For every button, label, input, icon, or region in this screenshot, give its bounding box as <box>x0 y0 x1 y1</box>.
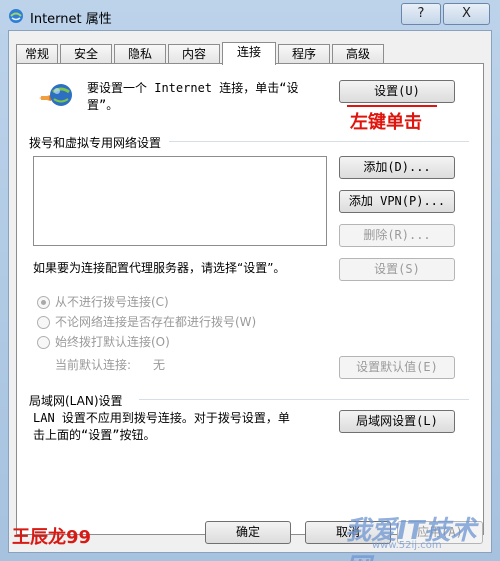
dial-when-no-network-radio[interactable] <box>37 316 50 329</box>
tab-advanced[interactable]: 高级 <box>332 44 384 64</box>
ok-button[interactable]: 确定 <box>205 521 291 544</box>
delete-connection-button[interactable]: 删除(R)... <box>339 224 455 247</box>
network-globe-icon <box>37 80 73 110</box>
always-dial-default-label: 始终拨打默认连接(O) <box>55 335 170 349</box>
internet-explorer-icon <box>8 8 24 24</box>
lan-text-line2: 击上面的“设置”按钮。 <box>33 428 156 442</box>
tab-security[interactable]: 安全 <box>60 44 112 64</box>
lan-description: LAN 设置不应用到拨号连接。对于拨号设置，单 击上面的“设置”按钮。 <box>33 410 333 444</box>
setup-text-line1: 要设置一个 Internet 连接，单击“设 <box>87 81 299 95</box>
dial-when-no-network-label: 不论网络连接是否存在都进行拨号(W) <box>55 315 257 329</box>
tab-content[interactable]: 内容 <box>168 44 220 64</box>
dialup-heading: 拨号和虚拟专用网络设置 <box>29 136 162 150</box>
author-watermark: 王辰龙99 <box>12 527 92 548</box>
dialog-client-area: 常规 安全 隐私 内容 连接 程序 高级 要设置一个 Internet 连接，单… <box>8 30 492 553</box>
help-button[interactable]: ? <box>401 3 441 25</box>
proxy-settings-button[interactable]: 设置(S) <box>339 258 455 281</box>
add-connection-button[interactable]: 添加(D)... <box>339 156 455 179</box>
title-bar: Internet 属性 ? X <box>0 0 500 32</box>
tab-privacy[interactable]: 隐私 <box>114 44 166 64</box>
tab-connections[interactable]: 连接 <box>222 42 276 65</box>
setup-text-line2: 置”。 <box>87 98 119 112</box>
never-dial-label: 从不进行拨号连接(C) <box>55 295 169 309</box>
setup-button[interactable]: 设置(U) <box>339 80 455 103</box>
lan-text-line1: LAN 设置不应用到拨号连接。对于拨号设置，单 <box>33 411 290 425</box>
dialup-divider <box>169 141 469 142</box>
site-url-watermark: www.52ij.com <box>372 540 442 551</box>
lan-divider <box>139 399 469 400</box>
window-title: Internet 属性 <box>30 12 112 27</box>
lan-settings-button[interactable]: 局域网设置(L) <box>339 410 455 433</box>
connections-list[interactable] <box>33 156 327 246</box>
site-watermark: 我爱IT技术网 <box>345 516 477 561</box>
add-vpn-button[interactable]: 添加 VPN(P)... <box>339 190 455 213</box>
proxy-instructions: 如果要为连接配置代理服务器，请选择“设置”。 <box>33 261 286 275</box>
lan-heading: 局域网(LAN)设置 <box>29 394 123 408</box>
tab-general[interactable]: 常规 <box>16 44 58 64</box>
set-default-button[interactable]: 设置默认值(E) <box>339 356 455 379</box>
current-default-value: 无 <box>153 358 166 372</box>
never-dial-radio[interactable] <box>37 296 50 309</box>
left-click-annotation: 左键单击 <box>350 112 422 133</box>
connections-panel: 要设置一个 Internet 连接，单击“设 置”。 设置(U) 左键单击 拨号… <box>16 63 484 535</box>
always-dial-default-radio[interactable] <box>37 336 50 349</box>
tab-programs[interactable]: 程序 <box>278 44 330 64</box>
setup-instructions: 要设置一个 Internet 连接，单击“设 置”。 <box>87 80 327 114</box>
annotation-underline <box>347 105 437 107</box>
current-default-label: 当前默认连接: <box>55 358 132 372</box>
close-button[interactable]: X <box>443 3 490 25</box>
